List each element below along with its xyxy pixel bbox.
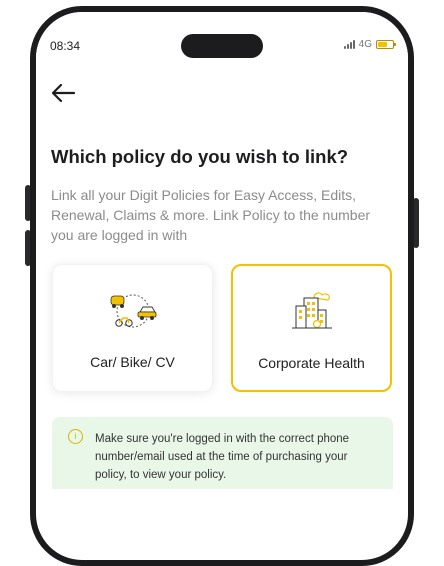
- policy-option-label: Corporate Health: [258, 355, 365, 371]
- battery-icon: [376, 40, 396, 49]
- policy-option-label: Car/ Bike/ CV: [90, 354, 175, 370]
- info-text: Make sure you're logged in with the corr…: [95, 433, 350, 481]
- phone-screen: 08:34 4G Which policy do you wish to lin…: [36, 12, 408, 489]
- info-icon: i: [68, 429, 83, 444]
- vehicles-icon: [108, 291, 158, 336]
- page-description: Link all your Digit Policies for Easy Ac…: [51, 187, 371, 243]
- policy-option-corporate-health[interactable]: Corporate Health: [231, 264, 392, 392]
- corporate-building-icon: [290, 290, 334, 337]
- arrow-left-icon[interactable]: [50, 82, 76, 104]
- info-banner: i Make sure you're logged in with the co…: [52, 417, 393, 489]
- signal-icon: [343, 40, 355, 49]
- status-bar: 08:34 4G: [36, 12, 408, 58]
- page-title: Which policy do you wish to link?: [51, 146, 349, 167]
- status-time: 08:34: [50, 39, 81, 53]
- status-indicators: 4G: [343, 39, 396, 50]
- network-label: 4G: [358, 39, 372, 50]
- dynamic-island: [181, 34, 263, 58]
- policy-option-car-bike-cv[interactable]: Car/ Bike/ CV: [52, 264, 213, 392]
